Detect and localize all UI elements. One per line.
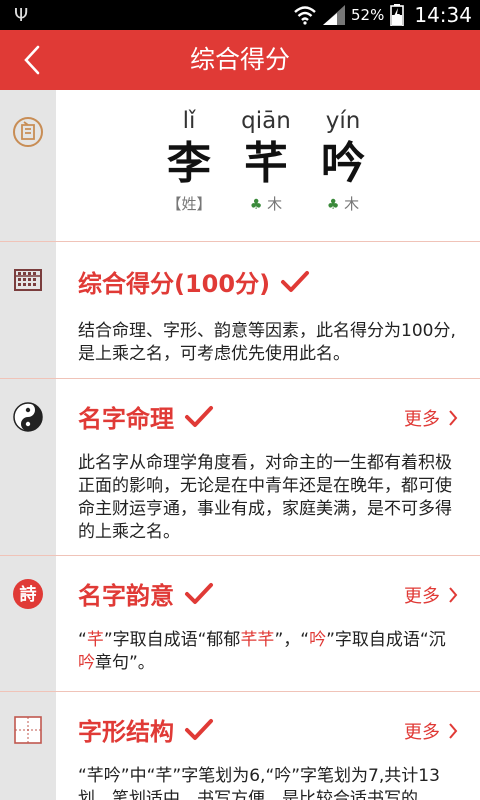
page-title: 综合得分 [189, 45, 290, 74]
name-char-3: yín 吟 ♣ 木 [310, 106, 376, 216]
character-grid-icon [14, 716, 42, 744]
mingli-title-text: 名字命理 [78, 405, 174, 433]
abacus-icon [14, 269, 42, 291]
signal-icon [323, 5, 346, 25]
status-bar: Ψ 52% 14:34 [0, 0, 480, 30]
name-char-2: qiān 芊 ♣ 木 [233, 106, 299, 216]
check-icon [281, 270, 310, 292]
yunyi-section: 詩 名字韵意 更多 “芊”字取自成语“郁郁芊芊”，“吟”字取自成语“沉吟章句”。 [0, 556, 480, 692]
char-attr-text: 【姓】 [166, 195, 212, 213]
pinyin: yín [325, 108, 361, 134]
side-column [0, 90, 56, 241]
battery-percent: 52% [351, 6, 385, 24]
desc-highlight: 芊 [86, 630, 104, 650]
score-title: 综合得分(100分) [78, 264, 310, 299]
zixing-title: 字形结构 [78, 712, 214, 747]
chevron-right-icon [449, 410, 458, 426]
zixing-title-text: 字形结构 [78, 718, 174, 746]
yunyi-title-text: 名字韵意 [78, 582, 174, 610]
char-attr: ♣ 木 [233, 192, 299, 216]
side-column [0, 379, 56, 555]
zixing-desc: “芊吟”中“芊”字笔划为6,“吟”字笔划为7,共计13划，笔划适中，书写方便，是… [78, 766, 440, 800]
yunyi-more-button[interactable]: 更多 [404, 582, 458, 608]
yunyi-main: 名字韵意 更多 “芊”字取自成语“郁郁芊芊”，“吟”字取自成语“沉吟章句”。 [56, 556, 480, 691]
more-label: 更多 [404, 409, 440, 430]
hanzi: 吟 [321, 138, 365, 189]
char-attr-text: 木 [267, 195, 283, 213]
seal-icon [13, 117, 43, 147]
desc-highlight: 吟 [309, 630, 327, 650]
mingli-more-button[interactable]: 更多 [404, 405, 458, 431]
score-title-text: 综合得分(100分) [78, 270, 271, 298]
name-card: lǐ 李 【姓】 qiān 芊 ♣ 木 yín 吟 ♣ 木 [0, 90, 480, 242]
mingli-section: 名字命理 更多 此名字从命理学角度看，对命主的一生都有着积极正面的影响，无论是在… [0, 379, 480, 556]
char-attr-text: 木 [344, 195, 360, 213]
name-main: lǐ 李 【姓】 qiān 芊 ♣ 木 yín 吟 ♣ 木 [56, 90, 480, 241]
mingli-desc: 此名字从命理学角度看，对命主的一生都有着积极正面的影响，无论是在中青年还是在晚年… [78, 453, 452, 542]
more-label: 更多 [404, 586, 440, 607]
zixing-section: 字形结构 更多 “芊吟”中“芊”字笔划为6,“吟”字笔划为7,共计13划，笔划适… [0, 692, 480, 800]
wifi-icon [294, 6, 316, 25]
zixing-main: 字形结构 更多 “芊吟”中“芊”字笔划为6,“吟”字笔划为7,共计13划，笔划适… [56, 692, 480, 800]
usb-icon: Ψ [14, 5, 29, 26]
yin-yang-icon [13, 402, 43, 432]
hanzi: 芊 [244, 138, 288, 189]
score-section: 综合得分(100分) 结合命理、字形、韵意等因素，此名得分为100分,是上乘之名… [0, 242, 480, 379]
score-desc: 结合命理、字形、韵意等因素，此名得分为100分,是上乘之名，可考虑优先使用此名。 [78, 321, 456, 364]
name-chars: lǐ 李 【姓】 qiān 芊 ♣ 木 yín 吟 ♣ 木 [156, 106, 376, 216]
content: lǐ 李 【姓】 qiān 芊 ♣ 木 yín 吟 ♣ 木 综合得分(100分)… [0, 90, 480, 800]
desc-text: ”字取自成语“沉 [326, 630, 446, 650]
desc-text: “ [78, 630, 87, 650]
pinyin: lǐ [182, 108, 196, 134]
side-column: 詩 [0, 556, 56, 691]
side-column [0, 242, 56, 378]
chevron-right-icon [449, 723, 458, 739]
svg-text:詩: 詩 [20, 584, 37, 605]
clock: 14:34 [414, 3, 472, 27]
check-icon [185, 405, 213, 427]
chevron-right-icon [449, 587, 458, 603]
battery-icon [390, 4, 405, 26]
side-column [0, 692, 56, 800]
mingli-title: 名字命理 [78, 399, 214, 434]
more-label: 更多 [404, 722, 440, 743]
desc-text: ”，“ [274, 630, 310, 650]
tree-icon: ♣ [249, 197, 263, 213]
desc-highlight: 芊芊 [240, 630, 275, 650]
check-icon [185, 718, 213, 740]
hanzi: 李 [167, 138, 211, 189]
pinyin: qiān [241, 108, 291, 134]
desc-text: ”字取自成语“郁郁 [103, 630, 241, 650]
desc-highlight: 吟 [78, 653, 95, 673]
score-main: 综合得分(100分) 结合命理、字形、韵意等因素，此名得分为100分,是上乘之名… [56, 242, 480, 378]
char-attr: 【姓】 [156, 192, 222, 216]
mingli-main: 名字命理 更多 此名字从命理学角度看，对命主的一生都有着积极正面的影响，无论是在… [56, 379, 480, 555]
char-attr: ♣ 木 [310, 192, 376, 216]
desc-text: 章句”。 [95, 653, 155, 673]
zixing-more-button[interactable]: 更多 [404, 718, 458, 744]
yunyi-desc: “芊”字取自成语“郁郁芊芊”，“吟”字取自成语“沉吟章句”。 [78, 629, 460, 675]
poem-icon: 詩 [13, 579, 43, 609]
yunyi-title: 名字韵意 [78, 576, 214, 611]
tree-icon: ♣ [326, 197, 340, 213]
title-bar: 综合得分 [0, 30, 480, 90]
check-icon [185, 582, 213, 604]
name-char-1: lǐ 李 【姓】 [156, 106, 222, 216]
